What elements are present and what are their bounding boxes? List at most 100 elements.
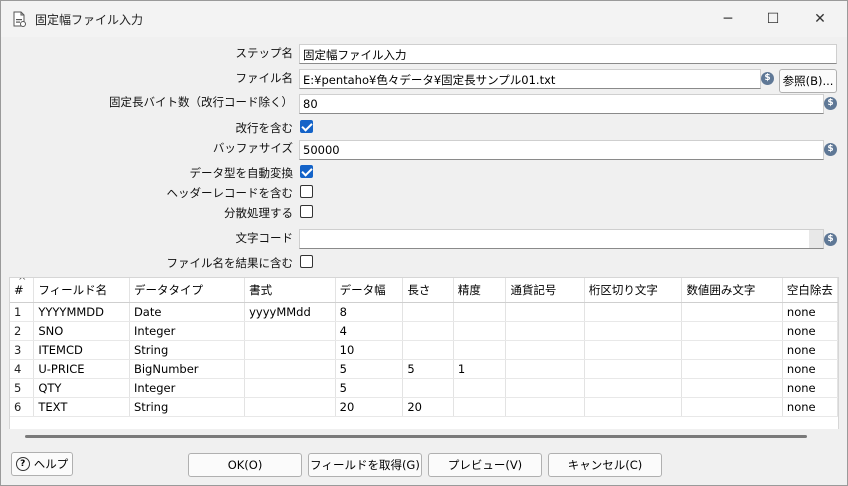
table-cell[interactable]	[244, 321, 336, 341]
table-row[interactable]: 2 SNO Integer 4 none	[10, 321, 838, 341]
parallel-checkbox[interactable]	[300, 205, 313, 218]
table-cell[interactable]: Date	[129, 302, 246, 322]
header-row-checkbox[interactable]	[300, 185, 313, 198]
column-header[interactable]: データ幅	[335, 278, 404, 303]
table-cell[interactable]: U-PRICE	[33, 359, 130, 379]
table-cell[interactable]	[402, 340, 454, 360]
help-button[interactable]: ? ヘルプ	[11, 452, 73, 476]
table-cell[interactable]	[584, 397, 683, 417]
table-cell[interactable]: QTY	[33, 378, 130, 398]
browse-button[interactable]: 参照(B)...	[779, 69, 837, 93]
horizontal-scrollbar[interactable]	[9, 429, 839, 443]
table-row[interactable]: 1 YYYYMMDD Date yyyyMMdd 8 none	[10, 302, 838, 322]
table-cell[interactable]: ITEMCD	[33, 340, 130, 360]
table-cell[interactable]: BigNumber	[129, 359, 246, 379]
table-cell[interactable]: Integer	[129, 378, 246, 398]
table-cell[interactable]	[505, 378, 585, 398]
table-cell[interactable]	[505, 340, 585, 360]
table-cell[interactable]: 5	[335, 378, 404, 398]
ok-button[interactable]: OK(O)	[188, 453, 302, 477]
table-cell[interactable]: 20	[335, 397, 404, 417]
close-button[interactable]: ✕	[807, 7, 833, 31]
table-cell[interactable]	[505, 397, 585, 417]
table-cell[interactable]	[453, 321, 507, 341]
table-cell[interactable]	[505, 302, 585, 322]
table-cell[interactable]: none	[782, 340, 838, 360]
table-cell[interactable]	[584, 359, 683, 379]
table-cell[interactable]	[681, 340, 783, 360]
table-cell[interactable]	[402, 378, 454, 398]
table-cell[interactable]	[244, 340, 336, 360]
table-cell[interactable]	[244, 397, 336, 417]
table-cell[interactable]: none	[782, 378, 838, 398]
get-fields-button[interactable]: フィールドを取得(G)	[308, 453, 422, 477]
table-cell[interactable]: none	[782, 397, 838, 417]
step-name-input[interactable]: 固定幅ファイル入力	[299, 44, 837, 64]
variable-icon[interactable]: $	[824, 97, 837, 110]
table-cell[interactable]	[681, 302, 783, 322]
column-header[interactable]: 長さ	[402, 278, 454, 303]
table-cell[interactable]	[453, 302, 507, 322]
column-header[interactable]: データタイプ	[129, 278, 246, 303]
table-row[interactable]: 6 TEXT String 20 20 none	[10, 397, 838, 417]
variable-icon[interactable]: $	[824, 233, 837, 246]
table-cell[interactable]	[244, 359, 336, 379]
table-cell[interactable]: none	[782, 302, 838, 322]
table-cell[interactable]	[505, 359, 585, 379]
column-header[interactable]: 数値囲み文字	[681, 278, 783, 303]
table-cell[interactable]: none	[782, 321, 838, 341]
table-cell[interactable]: 4	[335, 321, 404, 341]
add-filename-checkbox[interactable]	[300, 255, 313, 268]
filename-input[interactable]: E:¥pentaho¥色々データ¥固定長サンプル01.txt	[299, 69, 761, 89]
table-cell[interactable]: yyyyMMdd	[244, 302, 336, 322]
maximize-button[interactable]: ☐	[760, 7, 786, 31]
table-cell[interactable]	[584, 321, 683, 341]
column-header[interactable]: 書式	[244, 278, 336, 303]
table-cell[interactable]	[402, 321, 454, 341]
column-header[interactable]: 通貨記号	[505, 278, 585, 303]
preview-button[interactable]: プレビュー(V)	[428, 453, 542, 477]
table-cell[interactable]: SNO	[33, 321, 130, 341]
table-cell[interactable]: Integer	[129, 321, 246, 341]
line-feed-checkbox[interactable]	[300, 120, 313, 133]
variable-icon[interactable]: $	[824, 143, 837, 156]
lazy-conversion-checkbox[interactable]	[300, 165, 313, 178]
buffer-size-input[interactable]: 50000	[299, 140, 824, 160]
encoding-select[interactable]	[299, 229, 824, 249]
table-cell[interactable]: String	[129, 397, 246, 417]
table-cell[interactable]: 1	[453, 359, 507, 379]
table-cell[interactable]: none	[782, 359, 838, 379]
table-cell[interactable]	[584, 378, 683, 398]
minimize-button[interactable]: ─	[715, 7, 741, 31]
column-header[interactable]: 桁区切り文字	[584, 278, 683, 303]
table-cell[interactable]	[453, 378, 507, 398]
column-header[interactable]: 精度	[453, 278, 507, 303]
table-cell[interactable]	[244, 378, 336, 398]
table-row[interactable]: 5 QTY Integer 5 none	[10, 378, 838, 398]
cancel-button[interactable]: キャンセル(C)	[548, 453, 662, 477]
table-cell[interactable]: 5	[402, 359, 454, 379]
table-cell[interactable]: 20	[402, 397, 454, 417]
table-cell[interactable]	[453, 397, 507, 417]
table-cell[interactable]	[453, 340, 507, 360]
table-row[interactable]: 4 U-PRICE BigNumber 5 5 1 none	[10, 359, 838, 379]
column-header[interactable]: 空白除去	[782, 278, 838, 303]
table-cell[interactable]	[402, 302, 454, 322]
table-cell[interactable]	[584, 340, 683, 360]
table-cell[interactable]: TEXT	[33, 397, 130, 417]
table-cell[interactable]	[681, 321, 783, 341]
table-cell[interactable]	[681, 359, 783, 379]
table-cell[interactable]: 8	[335, 302, 404, 322]
table-cell[interactable]	[505, 321, 585, 341]
scrollbar-thumb[interactable]	[25, 435, 807, 438]
table-cell[interactable]	[681, 378, 783, 398]
encoding-dropdown-button[interactable]	[809, 230, 823, 248]
variable-icon[interactable]: $	[761, 72, 774, 85]
line-width-input[interactable]: 80	[299, 94, 824, 114]
table-cell[interactable]: String	[129, 340, 246, 360]
column-header[interactable]: フィールド名	[33, 278, 130, 303]
table-cell[interactable]	[681, 397, 783, 417]
table-cell[interactable]: YYYYMMDD	[33, 302, 130, 322]
table-cell[interactable]: 10	[335, 340, 404, 360]
table-cell[interactable]: 5	[335, 359, 404, 379]
